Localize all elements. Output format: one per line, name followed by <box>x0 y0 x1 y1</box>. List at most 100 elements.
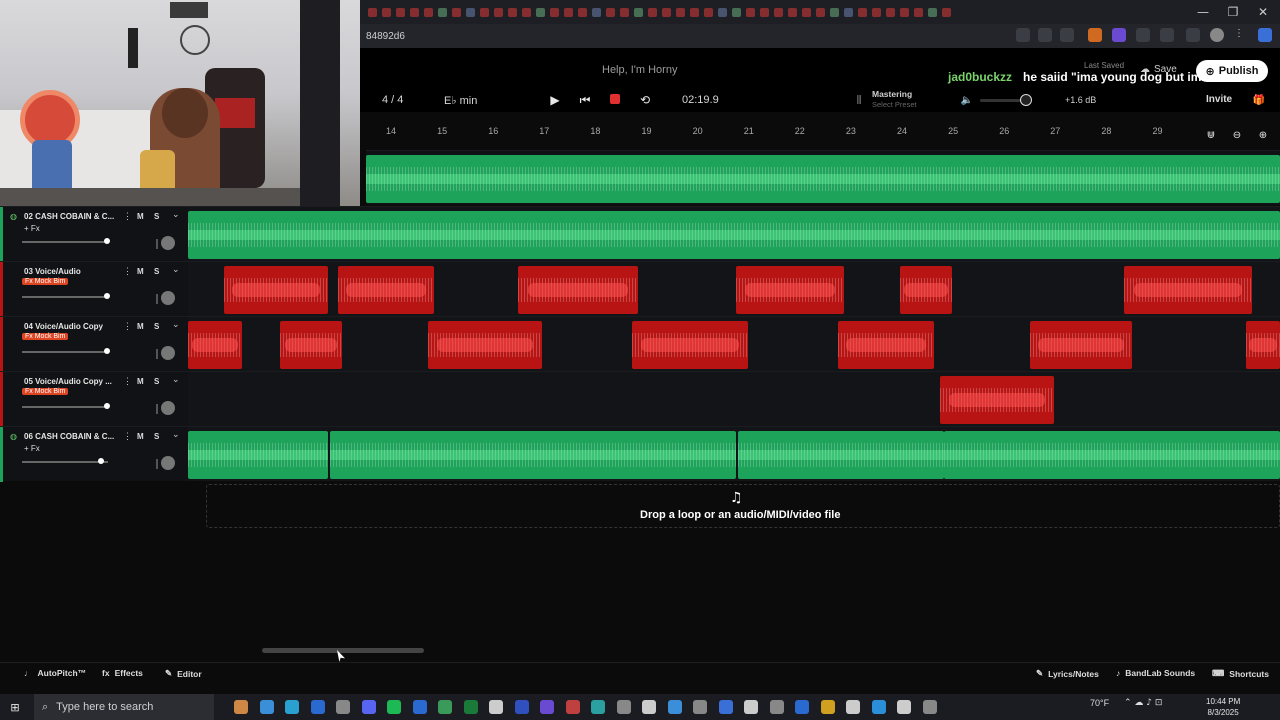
pan-knob[interactable] <box>161 236 175 250</box>
taskbar-app-icon[interactable] <box>922 700 937 714</box>
weather-text[interactable]: 70°F <box>1090 698 1109 708</box>
audio-clip[interactable] <box>338 266 434 314</box>
snap-icon[interactable]: ⋓ <box>1204 128 1218 142</box>
solo-button[interactable]: S <box>154 267 159 276</box>
taskbar-app-icon[interactable] <box>514 700 529 714</box>
browser-tab[interactable] <box>508 7 517 17</box>
track-menu-icon[interactable]: ⋮ <box>123 321 132 332</box>
record-arm-icon[interactable]: ◍ <box>10 432 17 441</box>
taskbar-app-icon[interactable] <box>820 700 835 714</box>
audio-clip[interactable] <box>224 266 328 314</box>
taskbar-app-icon[interactable] <box>769 700 784 714</box>
chevron-down-icon[interactable]: ⌄ <box>172 430 180 440</box>
track-volume-handle[interactable] <box>104 348 110 354</box>
assistant-icon[interactable] <box>1258 28 1272 42</box>
browser-tab[interactable] <box>424 7 433 17</box>
browser-tab[interactable] <box>592 7 601 17</box>
mute-button[interactable]: M <box>137 377 144 386</box>
track-name[interactable]: 06 CASH COBAIN & C... <box>24 432 116 441</box>
track-name[interactable]: 02 CASH COBAIN & C... <box>24 212 116 221</box>
autopitch-button[interactable]: ♩ AutoPitch™ <box>24 668 86 678</box>
track-lane-01[interactable] <box>366 150 1280 205</box>
extension-icon[interactable] <box>1160 28 1174 42</box>
audio-clip[interactable] <box>428 321 542 369</box>
taskbar-app-icon[interactable] <box>489 700 503 714</box>
track-menu-icon[interactable]: ⋮ <box>123 376 132 387</box>
record-button[interactable] <box>610 94 620 104</box>
browser-tab[interactable] <box>760 7 769 17</box>
browser-tab[interactable] <box>522 7 531 17</box>
taskbar-app-icon[interactable] <box>438 700 452 714</box>
taskbar-app-icon[interactable] <box>565 700 580 714</box>
browser-tab[interactable] <box>480 7 489 17</box>
track-name[interactable]: 04 Voice/Audio Copy <box>24 322 116 331</box>
maximize-icon[interactable]: ❐ <box>1218 0 1248 24</box>
mute-button[interactable]: M <box>137 267 144 276</box>
extension-icon[interactable] <box>1060 28 1074 42</box>
shortcuts-button[interactable]: ⌨ Shortcuts <box>1212 668 1269 679</box>
taskbar-app-icon[interactable] <box>846 700 860 714</box>
browser-tab[interactable] <box>536 7 545 17</box>
browser-tab[interactable] <box>900 7 909 17</box>
track-lane[interactable] <box>188 426 1280 481</box>
track-menu-icon[interactable]: ⋮ <box>123 211 132 222</box>
effects-chip[interactable]: Fx Mock Bim <box>22 388 69 395</box>
audio-clip[interactable] <box>900 266 952 314</box>
skip-back-icon[interactable]: ⏮ <box>578 92 592 108</box>
browser-tab[interactable] <box>438 7 447 17</box>
solo-button[interactable]: S <box>154 212 159 221</box>
audio-clip[interactable] <box>738 431 944 479</box>
solo-button[interactable]: S <box>154 322 159 331</box>
taskbar-app-icon[interactable] <box>871 700 886 714</box>
mute-button[interactable]: M <box>137 212 144 221</box>
pan-knob[interactable] <box>161 291 175 305</box>
mastering-label[interactable]: Mastering <box>872 89 912 99</box>
lyrics-notes-button[interactable]: ✎ Lyrics/Notes <box>1036 668 1099 679</box>
browser-tab[interactable] <box>690 7 699 17</box>
chevron-down-icon[interactable]: ⌄ <box>172 210 180 220</box>
taskbar-app-icon[interactable] <box>540 700 554 714</box>
browser-tab[interactable] <box>928 7 937 17</box>
browser-tab[interactable] <box>886 7 895 17</box>
browser-tab[interactable] <box>648 7 657 17</box>
track-volume-slider[interactable] <box>22 406 108 408</box>
mastering-preset[interactable]: Select Preset <box>872 100 917 109</box>
browser-tab[interactable] <box>858 7 867 17</box>
taskbar-app-icon[interactable] <box>361 700 376 714</box>
browser-tab[interactable] <box>914 7 923 17</box>
track-lane[interactable] <box>188 261 1280 316</box>
tray-icons[interactable]: ⌃ ☁ ♪ ⊡ <box>1124 698 1162 708</box>
browser-tab[interactable] <box>774 7 783 17</box>
audio-clip[interactable] <box>632 321 748 369</box>
invite-button[interactable]: Invite <box>1206 94 1232 105</box>
extension-icon[interactable] <box>1038 28 1052 42</box>
solo-button[interactable]: S <box>154 432 159 441</box>
effects-chip[interactable]: Fx Mock Bim <box>22 333 69 340</box>
taskbar-app-icon[interactable] <box>667 700 682 714</box>
browser-tab[interactable] <box>662 7 671 17</box>
timeline-ruler[interactable]: 14 15 16 17 18 19 20 21 22 23 24 25 26 27 28 29 <box>360 122 1280 142</box>
audio-clip[interactable] <box>188 431 328 479</box>
track-volume-handle[interactable] <box>104 403 110 409</box>
track-volume-slider[interactable] <box>22 241 108 243</box>
track-lane[interactable] <box>188 206 1280 261</box>
browser-tab[interactable] <box>942 7 951 17</box>
zoom-in-icon[interactable]: ⊕ <box>1256 128 1270 142</box>
extension-icon[interactable] <box>1136 28 1150 42</box>
audio-clip[interactable] <box>940 376 1054 424</box>
browser-tab[interactable] <box>466 7 475 17</box>
track-name[interactable]: 05 Voice/Audio Copy ... <box>24 377 116 386</box>
chevron-down-icon[interactable]: ⌄ <box>172 375 180 385</box>
browser-tab[interactable] <box>718 7 727 17</box>
track-header[interactable]: 05 Voice/Audio Copy ... Fx Mock Bim ⋮ M S ⌄ <box>0 371 188 427</box>
browser-tab[interactable] <box>634 7 643 17</box>
loop-icon[interactable]: ⟲ <box>638 92 652 108</box>
taskbar-app-icon[interactable] <box>795 700 809 714</box>
taskbar-app-icon[interactable] <box>336 700 350 714</box>
editor-button[interactable]: ✎ Editor <box>165 668 202 679</box>
drop-zone[interactable] <box>206 484 1280 528</box>
audio-clip[interactable] <box>1030 321 1132 369</box>
audio-clip[interactable] <box>366 155 1280 203</box>
song-title[interactable]: Help, I'm Horny <box>602 64 677 76</box>
taskbar-app-icon[interactable] <box>285 700 299 714</box>
